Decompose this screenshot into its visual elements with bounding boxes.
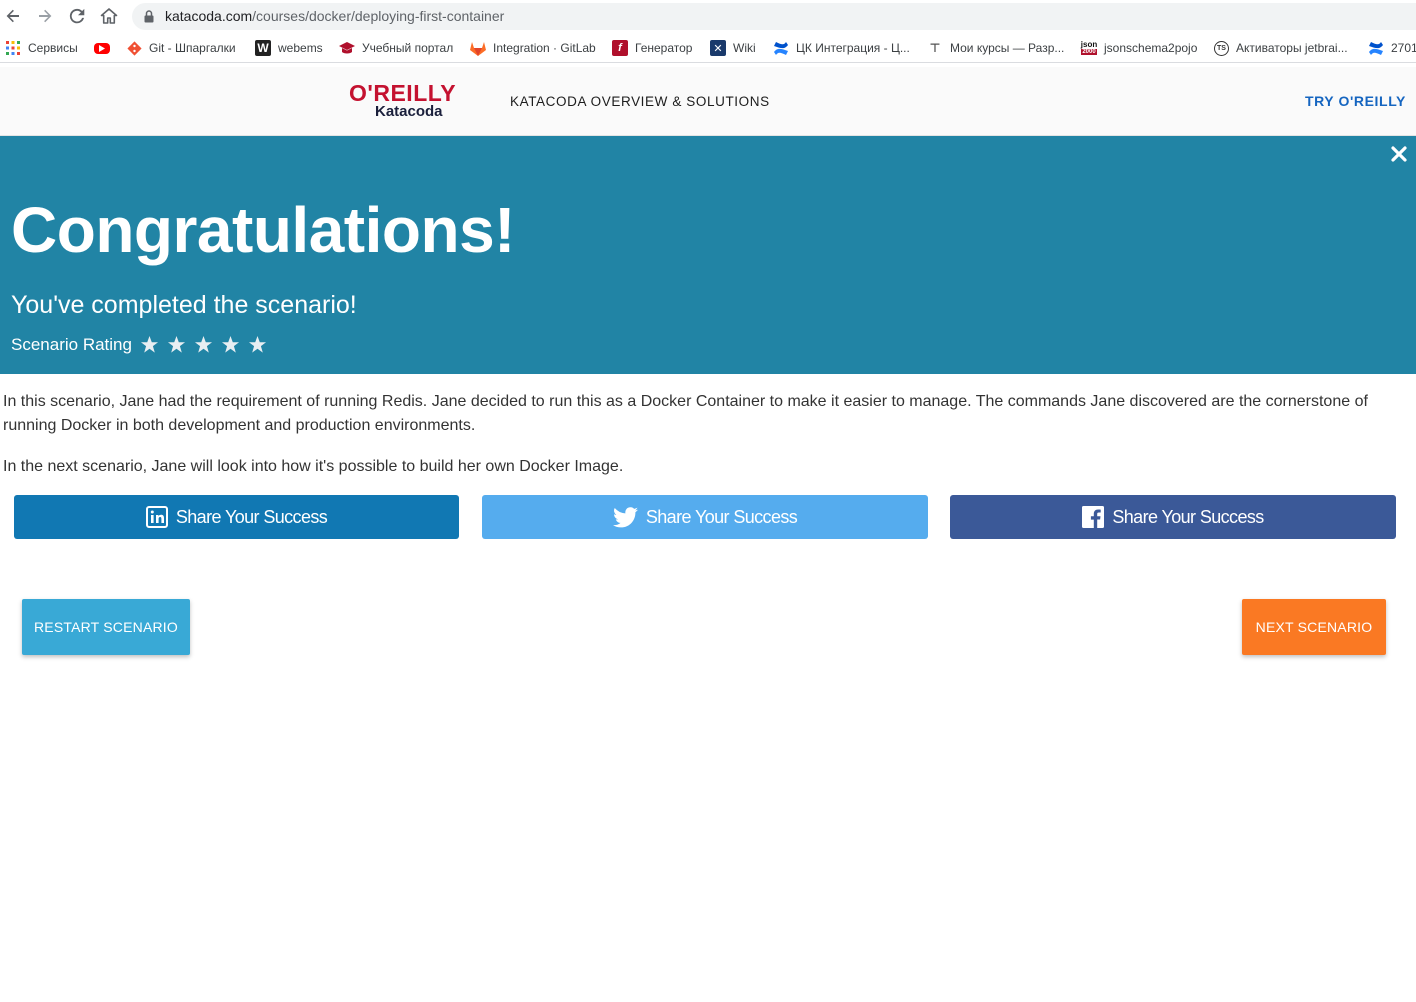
restart-scenario-button[interactable]: RESTART SCENARIO [22, 599, 190, 655]
star-icon[interactable] [248, 336, 267, 354]
youtube-icon [94, 42, 110, 54]
rating-label: Scenario Rating [11, 335, 132, 354]
bookmark-youtube[interactable] [94, 39, 117, 57]
bookmark-label: Integration · GitLab [493, 41, 596, 55]
ts-icon: TS [1214, 40, 1229, 56]
oreilly-katacoda-logo[interactable]: O'REILLY Katacoda [349, 80, 463, 122]
bookmark-label: Генератор [635, 41, 693, 55]
bookmark-gitlab[interactable]: Integration · GitLab [470, 39, 596, 57]
bookmark-integration-center[interactable]: ЦК Интеграция - Ц... [773, 39, 910, 57]
generator-icon: f [612, 40, 628, 56]
bookmark-label: 2701 [1391, 41, 1416, 55]
browser-toolbar: katacoda.com/courses/docker/deploying-fi… [0, 0, 1416, 33]
bookmark-label: jsonschema2pojo [1104, 41, 1198, 55]
git-icon [126, 40, 142, 56]
bookmark-label: webems [278, 41, 323, 55]
bookmark-label: Wiki [733, 41, 756, 55]
share-label: Share Your Success [1112, 506, 1264, 527]
confluence-icon [773, 40, 789, 56]
bookmark-label: Git - Шпаргалки [149, 41, 236, 55]
bookmarks-bar: Сервисы Git - Шпаргалки W webems Учебный… [0, 33, 1416, 63]
share-linkedin-button[interactable]: Share Your Success [14, 495, 459, 539]
bookmark-2701[interactable]: 2701 [1368, 39, 1416, 57]
lock-icon [144, 10, 154, 23]
logo-katacoda-text: Katacoda [375, 103, 443, 120]
url-domain: katacoda.com [165, 8, 253, 24]
bookmark-label: Сервисы [28, 41, 78, 55]
share-label: Share Your Success [645, 506, 798, 527]
bookmark-label: Мои курсы — Разр... [950, 41, 1065, 55]
graduation-cap-icon [339, 40, 355, 56]
url-path: /courses/docker/deploying-first-containe… [252, 8, 505, 24]
bookmark-label: ЦК Интеграция - Ц... [796, 41, 910, 55]
star-icon[interactable] [140, 336, 159, 354]
page-title: Congratulations! [11, 194, 515, 266]
share-label: Share Your Success [175, 506, 328, 527]
bookmark-learning-portal[interactable]: Учебный портал [339, 39, 453, 57]
address-bar[interactable]: katacoda.com/courses/docker/deploying-fi… [132, 3, 1416, 30]
back-arrow-icon[interactable] [2, 5, 24, 27]
scenario-summary-paragraph: In this scenario, Jane had the requireme… [3, 393, 1368, 434]
bookmark-services[interactable]: Сервисы [5, 39, 78, 57]
bookmark-label: Активаторы jetbrai... [1236, 41, 1348, 55]
json-icon: json 2000 [1080, 40, 1098, 55]
share-facebook-button[interactable]: Share Your Success [950, 495, 1396, 539]
star-icon[interactable] [221, 336, 240, 354]
next-scenario-button[interactable]: NEXT SCENARIO [1242, 599, 1386, 655]
completion-subtitle: You've completed the scenario! [11, 291, 357, 319]
bookmark-jetbrains-activators[interactable]: TS Активаторы jetbrai... [1214, 39, 1348, 57]
bookmark-jsonschema2pojo[interactable]: json 2000 jsonschema2pojo [1081, 39, 1197, 57]
twitter-icon [612, 506, 638, 527]
home-icon[interactable] [98, 5, 120, 27]
nav-katacoda-overview[interactable]: KATACODA OVERVIEW & SOLUTIONS [510, 94, 770, 109]
apps-grid-icon [5, 40, 21, 56]
wiki-icon: ✕ [710, 40, 726, 56]
facebook-icon [1082, 506, 1105, 528]
bookmark-git[interactable]: Git - Шпаргалки [126, 39, 236, 57]
bookmark-label: Учебный портал [362, 41, 454, 55]
site-header: O'REILLY Katacoda KATACODA OVERVIEW & SO… [0, 67, 1416, 136]
confluence-icon [1368, 40, 1384, 56]
try-oreilly-link[interactable]: TRY O'REILLY [1305, 93, 1406, 109]
w-icon: W [255, 40, 271, 56]
star-icon[interactable] [194, 336, 213, 354]
url-text: katacoda.com/courses/docker/deploying-fi… [165, 8, 504, 24]
forward-arrow-icon[interactable] [34, 5, 56, 27]
bookmark-wiki[interactable]: ✕ Wiki [710, 39, 756, 57]
reload-icon[interactable] [66, 5, 88, 27]
gitlab-icon [470, 40, 486, 56]
next-scenario-paragraph: In the next scenario, Jane will look int… [3, 458, 624, 475]
bookmark-generator[interactable]: f Генератор [612, 39, 692, 57]
bookmark-webems[interactable]: W webems [255, 39, 323, 57]
linkedin-icon [145, 506, 168, 528]
congratulations-banner: Congratulations! You've completed the sc… [0, 136, 1416, 374]
star-icon[interactable] [167, 336, 186, 354]
course-icon: ⊤ [929, 41, 941, 55]
scenario-rating: Scenario Rating [11, 335, 275, 355]
close-icon[interactable] [1389, 144, 1409, 164]
bookmark-my-courses[interactable]: ⊤ Мои курсы — Разр... [927, 39, 1065, 57]
share-twitter-button[interactable]: Share Your Success [482, 495, 928, 539]
